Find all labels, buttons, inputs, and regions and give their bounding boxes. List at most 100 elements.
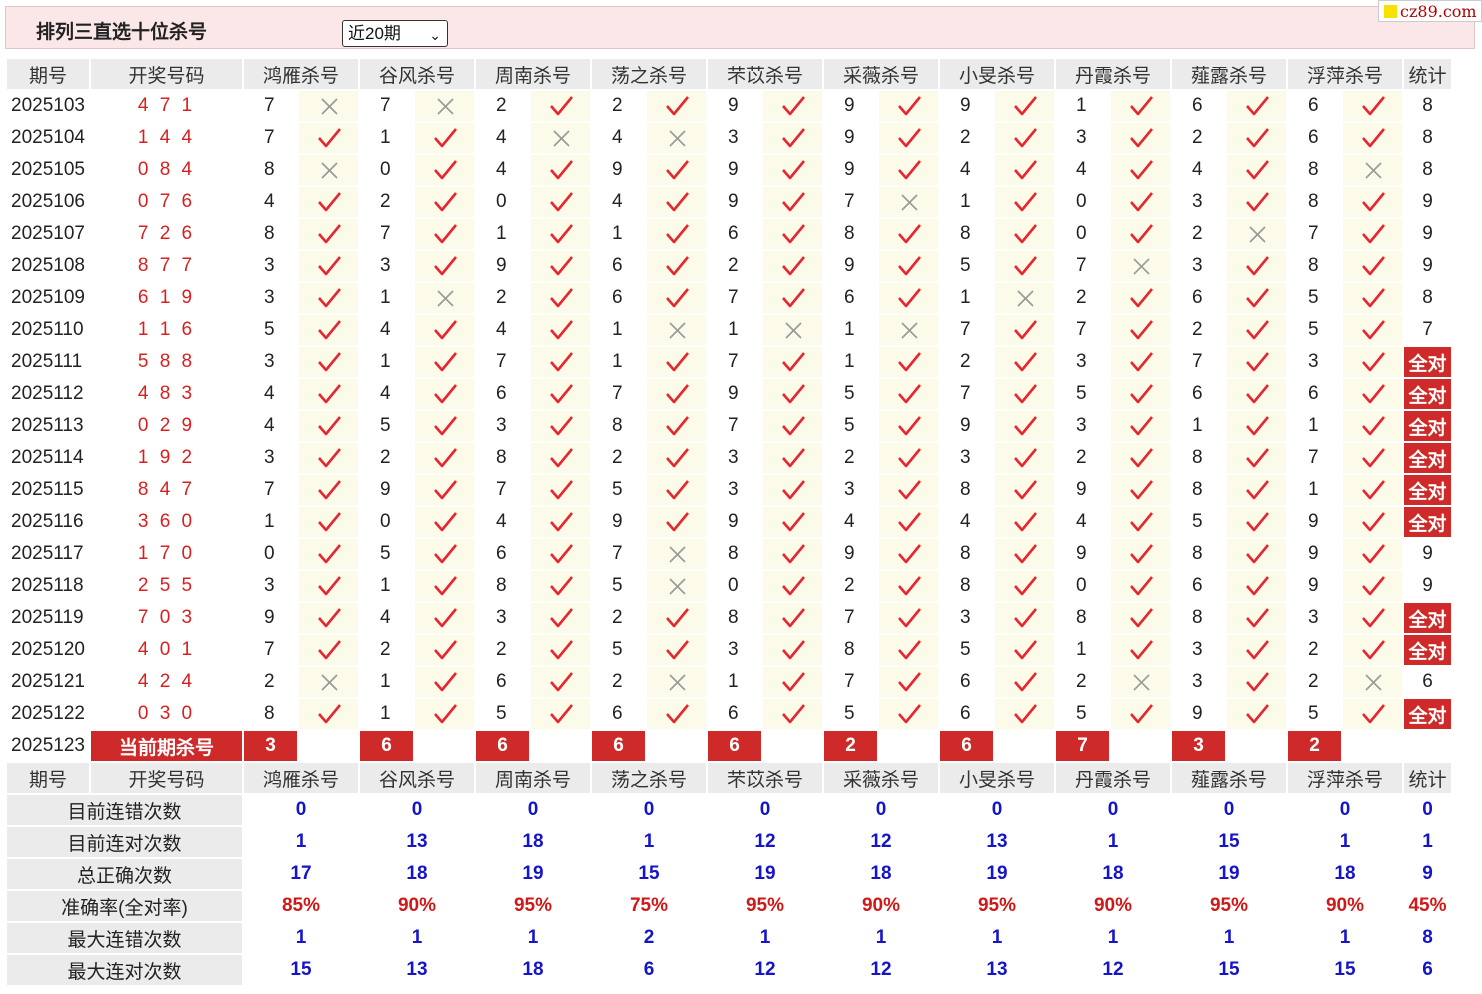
- kill-number-cell: 6: [940, 667, 993, 699]
- stat-value: 1: [1056, 827, 1170, 859]
- kill-number-cell: 6: [1288, 123, 1341, 155]
- result-mark-cell: [415, 315, 474, 347]
- check-icon: [433, 160, 457, 180]
- kill-number-cell: 3: [708, 123, 761, 155]
- check-icon: [433, 128, 457, 148]
- kill-number-cell: 1: [592, 347, 645, 379]
- period-cell: 2025115: [7, 475, 89, 507]
- result-mark-cell: [415, 283, 474, 315]
- cross-icon: [1364, 162, 1382, 179]
- stat-value: 1: [1288, 923, 1402, 955]
- period-cell: 2025105: [7, 155, 89, 187]
- result-mark-cell: [299, 507, 358, 539]
- stat-value: 1: [708, 923, 822, 955]
- kill-number-cell: 7: [824, 667, 877, 699]
- result-mark-cell: [1227, 603, 1286, 635]
- kill-number-cell: 7: [708, 283, 761, 315]
- period-select[interactable]: 近20期 ⌄: [342, 20, 448, 47]
- check-icon: [433, 640, 457, 660]
- result-mark-cell: [1111, 379, 1170, 411]
- kill-number-cell: 6: [592, 699, 645, 731]
- kill-number-cell: 2: [1288, 667, 1341, 699]
- kill-number-cell: 5: [1172, 507, 1225, 539]
- result-mark-cell: [763, 123, 822, 155]
- kill-number-cell: 6: [708, 699, 761, 731]
- table-row: 2025117 1 7 00 5 6 7 8 9 8 9 8 9 9: [7, 539, 1451, 571]
- check-icon: [1013, 416, 1037, 436]
- current-kill-number: 3: [1172, 731, 1225, 763]
- result-mark-cell: [1343, 667, 1402, 699]
- draw-number-cell: 8 7 7: [91, 251, 242, 283]
- kill-number-cell: 3: [1172, 635, 1225, 667]
- check-icon: [433, 704, 457, 724]
- kill-number-cell: 1: [360, 347, 413, 379]
- check-icon: [1361, 224, 1385, 244]
- current-empty-cell: [1343, 731, 1402, 763]
- kill-number-cell: 7: [708, 411, 761, 443]
- result-mark-cell: [299, 603, 358, 635]
- kill-number-cell: 2: [592, 667, 645, 699]
- check-icon: [1013, 160, 1037, 180]
- kill-number-cell: 8: [476, 571, 529, 603]
- site-logo[interactable]: cz89.com: [1378, 0, 1482, 22]
- period-cell: 2025112: [7, 379, 89, 411]
- result-mark-cell: [763, 379, 822, 411]
- period-cell: 2025120: [7, 635, 89, 667]
- hit-count-cell: 9: [1404, 187, 1451, 219]
- kill-number-cell: 5: [940, 635, 993, 667]
- check-icon: [1361, 128, 1385, 148]
- stat-label: 目前连对次数: [7, 827, 242, 859]
- check-icon: [433, 352, 457, 372]
- stat-row: 准确率(全对率) 85% 90% 95% 75% 95% 90% 95% 90% 95% 90% 45…: [7, 891, 1451, 923]
- kill-number-cell: 0: [1056, 219, 1109, 251]
- kill-number-cell: 5: [592, 635, 645, 667]
- kill-number-cell: 8: [940, 571, 993, 603]
- result-mark-cell: [647, 187, 706, 219]
- hit-count-cell: 全对: [1404, 347, 1451, 379]
- result-mark-cell: [995, 667, 1054, 699]
- check-icon: [1013, 608, 1037, 628]
- period-cell: 2025122: [7, 699, 89, 731]
- check-icon: [1361, 608, 1385, 628]
- kill-number-cell: 4: [244, 379, 297, 411]
- stat-value: 15: [244, 955, 358, 987]
- hit-count-cell: 全对: [1404, 699, 1451, 731]
- kill-number-cell: 4: [360, 379, 413, 411]
- stat-label: 最大连错次数: [7, 923, 242, 955]
- column-header-expert: 浮萍杀号: [1288, 59, 1402, 91]
- check-icon: [665, 480, 689, 500]
- result-mark-cell: [531, 603, 590, 635]
- result-mark-cell: [647, 603, 706, 635]
- result-mark-cell: [531, 379, 590, 411]
- check-icon: [1129, 224, 1153, 244]
- result-mark-cell: [1111, 187, 1170, 219]
- current-kill-number: 2: [824, 731, 877, 763]
- check-icon: [781, 672, 805, 692]
- kill-number-cell: 3: [244, 571, 297, 603]
- check-icon: [1129, 704, 1153, 724]
- kill-number-cell: 5: [1288, 315, 1341, 347]
- check-icon: [317, 704, 341, 724]
- stat-value: 85%: [244, 891, 358, 923]
- hit-count-cell: 8: [1404, 91, 1451, 123]
- hit-count-cell: 全对: [1404, 475, 1451, 507]
- current-empty-cell: [531, 731, 590, 763]
- stat-value: 0: [708, 795, 822, 827]
- check-icon: [1129, 512, 1153, 532]
- stat-value: 18: [476, 955, 590, 987]
- table-row: 2025113 0 2 9 4 5 3 8 7 5 9 3 1 1 全对: [7, 411, 1451, 443]
- check-icon: [781, 224, 805, 244]
- kill-number-cell: 2: [592, 603, 645, 635]
- header-row: 期号 开奖号码 鸿雁杀号 谷风杀号 周南杀号 荡之杀号 芣苡杀号 采薇杀号 小旻杀号 丹霞杀号 薤露…: [7, 763, 1451, 795]
- current-empty-cell: [995, 731, 1054, 763]
- table-row: 2025121 4 2 421621762326: [7, 667, 1451, 699]
- check-icon: [549, 576, 573, 596]
- result-mark-cell: [763, 219, 822, 251]
- result-mark-cell: [299, 187, 358, 219]
- result-mark-cell: [1343, 635, 1402, 667]
- result-mark-cell: [1227, 219, 1286, 251]
- kill-number-cell: 8: [824, 635, 877, 667]
- draw-number-cell: 0 2 9: [91, 411, 242, 443]
- kill-number-cell: 5: [824, 379, 877, 411]
- result-mark-cell: [1111, 667, 1170, 699]
